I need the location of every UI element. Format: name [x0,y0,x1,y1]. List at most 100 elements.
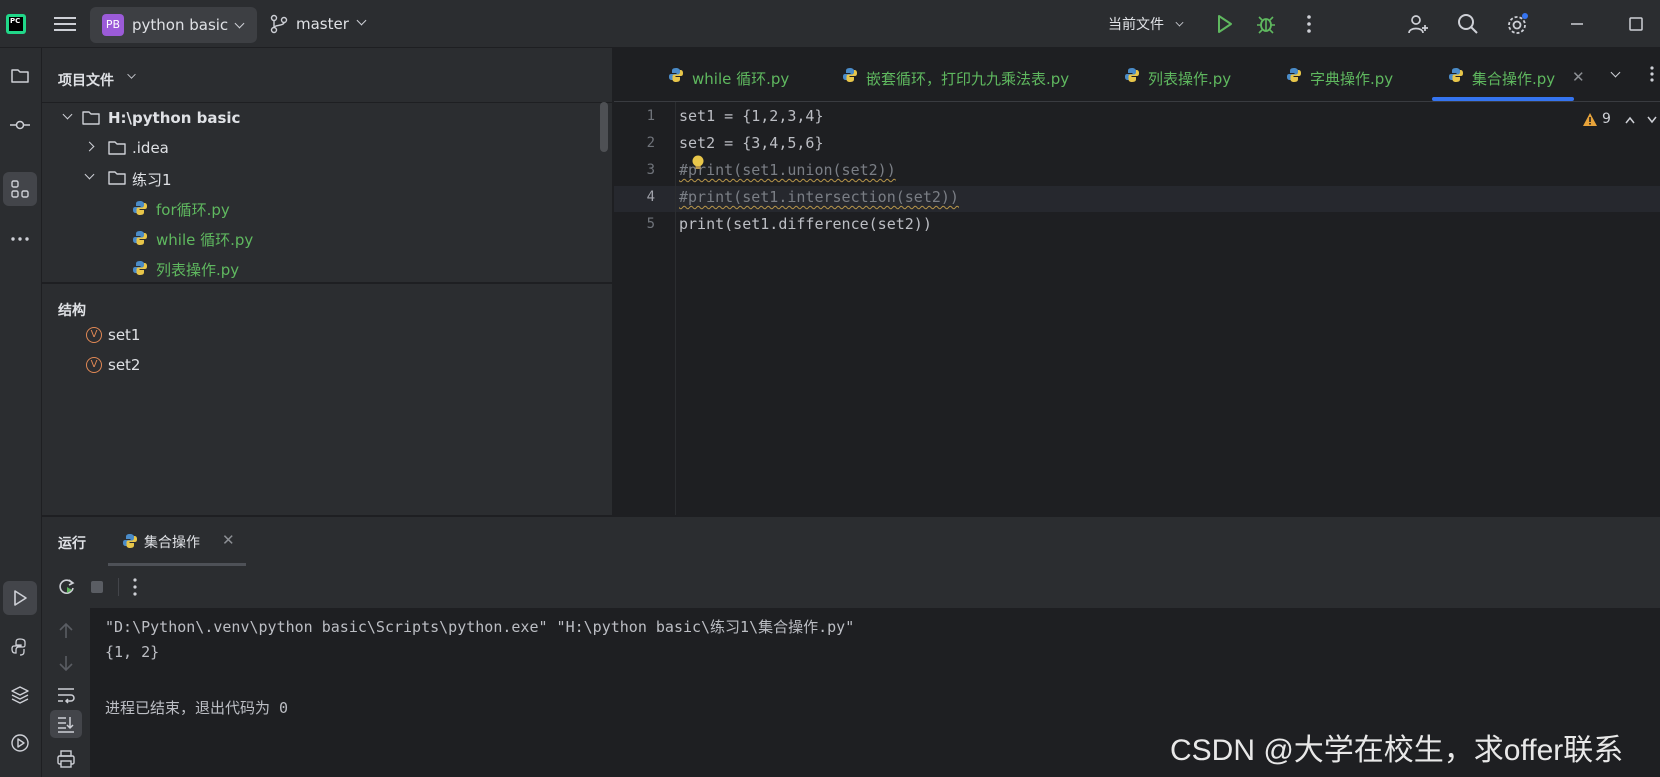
more-actions-icon[interactable] [1297,12,1321,36]
chevron-down-icon [62,109,73,120]
structure-title: 结构 [58,303,86,319]
line-number-gutter[interactable]: 1 2 3 4 5 [614,102,676,515]
project-switcher[interactable]: PB python basic [90,7,257,43]
tree-item-idea[interactable]: .idea [42,134,602,162]
arrow-up-icon[interactable] [55,620,77,642]
soft-wrap-icon[interactable] [55,684,77,706]
line-number: 1 [646,108,655,124]
run-configuration-selector[interactable]: 当前文件 [1108,14,1164,34]
tree-item-label: while 循环.py [156,231,254,249]
code-line[interactable]: set1 = {1,2,3,4} [679,107,824,125]
project-tool-button[interactable] [3,59,37,93]
search-icon[interactable] [1456,12,1480,36]
project-badge: PB [102,14,124,36]
warning-count: 9 [1602,111,1611,127]
left-tool-window-strip [0,48,42,777]
rerun-icon[interactable] [56,576,78,598]
structure-tool-window: 结构 V set1 V set2 [42,283,613,515]
run-icon[interactable] [1212,12,1236,36]
code-text: #print(set1.union(set2)) [679,161,896,179]
minimize-window-icon[interactable] [1565,12,1589,36]
project-name: python basic [132,16,229,34]
print-icon[interactable] [55,748,77,770]
python-file-icon [133,261,147,275]
tree-item-python-file[interactable]: 列表操作.py [42,254,602,282]
tree-item-practice-folder[interactable]: 练习1 [42,164,602,192]
run-tool-button[interactable] [3,581,37,615]
chevron-down-icon [84,169,95,180]
more-actions-icon[interactable] [124,576,146,598]
project-tool-window: 项目文件 H:\python basic .idea 练习1 for循环.py … [42,48,613,282]
run-icon [14,590,27,606]
tree-item-label: .idea [132,139,169,157]
add-user-icon[interactable] [1406,12,1430,36]
python-file-icon [843,68,857,82]
scrollbar-thumb[interactable] [600,102,608,152]
structure-icon [11,180,29,198]
close-tab-icon[interactable]: ✕ [1572,68,1585,86]
git-branch-icon [270,14,288,34]
python-console-tool-button[interactable] [3,630,37,664]
active-tab-indicator [1432,97,1574,101]
debug-icon[interactable] [1254,12,1278,36]
python-file-icon [1125,68,1139,82]
tab-label: while 循环.py [692,70,790,88]
toolbar-divider [118,578,119,596]
code-line[interactable]: set2 = {3,4,5,6} [679,134,824,152]
variable-icon: V [86,327,102,343]
hamburger-menu-icon[interactable] [52,14,78,34]
previous-highlight-icon[interactable] [1624,115,1636,125]
run-tab-label: 集合操作 [144,535,200,551]
inspection-widget[interactable]: 9 [1582,110,1660,132]
commit-icon [10,120,30,130]
console-line: "D:\Python\.venv\python basic\Scripts\py… [105,618,855,636]
structure-item-label: set1 [108,326,141,344]
services-tool-button[interactable] [3,726,37,760]
python-file-icon [669,68,683,82]
code-editor[interactable]: 1 2 3 4 5 set1 = {1,2,3,4} set2 = {3,4,5… [614,102,1660,515]
structure-tool-button[interactable] [3,172,37,206]
close-tab-icon[interactable]: ✕ [222,531,235,549]
tab-label: 字典操作.py [1310,70,1394,88]
maximize-window-icon[interactable] [1624,12,1648,36]
tree-item-python-file[interactable]: for循环.py [42,194,602,222]
services-icon [11,734,29,752]
chevron-right-icon [84,141,95,152]
vcs-branch-switcher[interactable]: master [268,12,378,36]
settings-gear-icon[interactable] [1505,12,1529,36]
scroll-to-end-icon[interactable] [55,713,77,735]
next-highlight-icon[interactable] [1646,115,1658,125]
run-configuration-tab[interactable]: 集合操作 ✕ [108,517,246,567]
chevron-down-icon [356,15,367,26]
more-tool-windows-button[interactable] [3,222,37,256]
tab-label: 嵌套循环，打印九九乘法表.py [866,70,1070,88]
code-line-comment[interactable]: #print(set1.union(set2)) [679,161,896,179]
code-text: set2 = {3,4,5,6} [679,134,824,152]
code-line[interactable]: print(set1.difference(set2)) [679,215,932,233]
tree-item-label: 练习1 [132,171,172,189]
line-number: 5 [646,216,655,232]
stop-icon[interactable] [86,576,108,598]
variable-icon: V [86,357,102,373]
python-file-icon [1287,68,1301,82]
python-file-icon [133,201,147,215]
commit-tool-button[interactable] [3,108,37,142]
tree-item-project-root[interactable]: H:\python basic [42,104,602,132]
structure-item-label: set2 [108,356,141,374]
pycharm-logo-icon[interactable]: PC [6,14,26,34]
run-side-toolbar [42,608,90,777]
python-file-icon [133,231,147,245]
console-line: 进程已结束，退出代码为 0 [105,699,289,717]
code-line-comment[interactable]: #print(set1.intersection(set2)) [679,188,959,206]
tree-item-python-file[interactable]: while 循环.py [42,224,602,252]
python-packages-tool-button[interactable] [3,678,37,712]
code-text: print(set1.difference(set2)) [679,215,932,233]
folder-icon [108,141,126,155]
python-console-icon [11,638,26,656]
editor-tab-active[interactable]: 集合操作.py ✕ [1432,48,1585,102]
project-view-selector[interactable]: 项目文件 [58,70,114,90]
lightbulb-icon[interactable] [691,154,705,172]
more-actions-icon[interactable] [1646,64,1658,84]
arrow-down-icon[interactable] [55,652,77,674]
python-file-icon [1449,68,1463,82]
